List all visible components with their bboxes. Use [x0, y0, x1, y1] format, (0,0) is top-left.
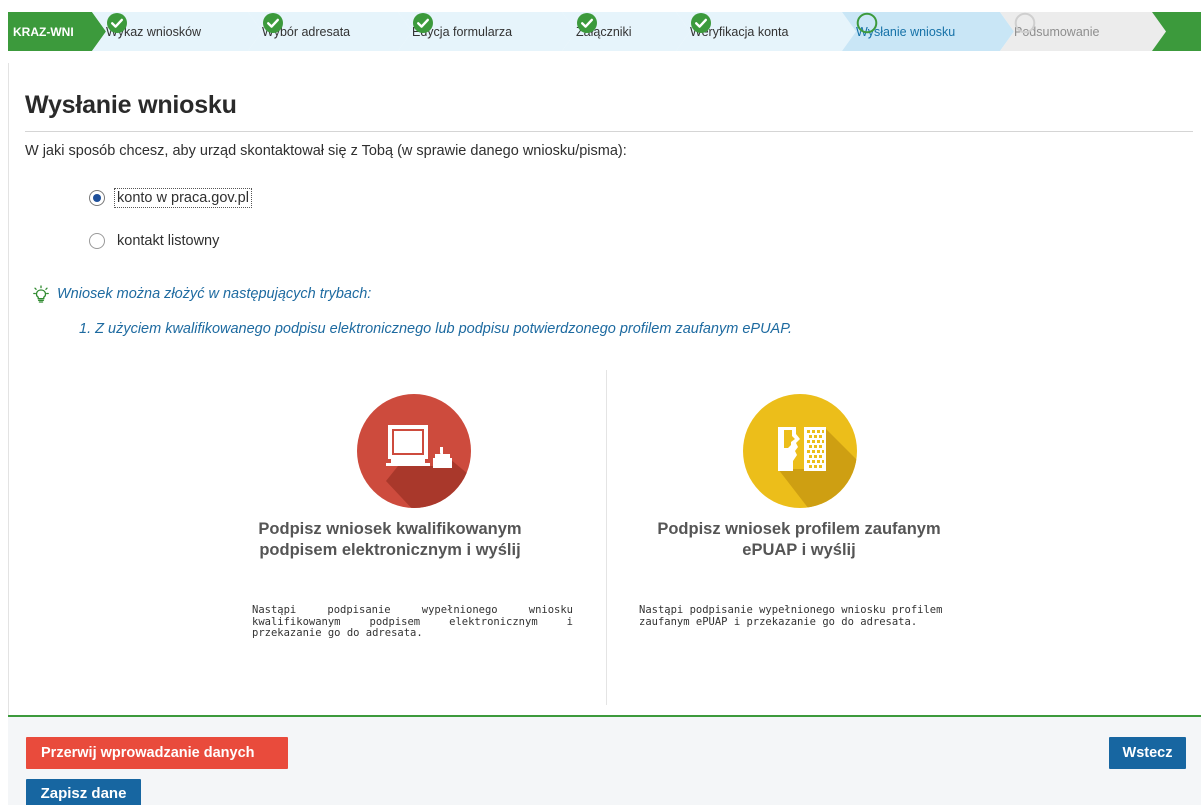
sign-qualified-description: Nastąpi podpisanie wypełnionego wniosku … [252, 604, 573, 639]
step-wybor-adresata[interactable]: Wybór adresata [248, 12, 412, 51]
submission-modes-hint: Wniosek można złożyć w następujących try… [33, 285, 371, 303]
step-wyslanie-wniosku[interactable]: Wysłanie wniosku [842, 12, 1014, 51]
hint-mode-item: 1. Z użyciem kwalifikowanego podpisu ele… [79, 321, 793, 337]
title-line: Podpisz wniosek kwalifikowanym [258, 520, 522, 538]
title-line: podpisem elektronicznym i wyślij [259, 541, 521, 559]
title-line: ePUAP i wyślij [742, 541, 856, 559]
footer-bar: Przerwij wprowadzanie danych Wstecz Zapi… [8, 715, 1201, 805]
contact-question: W jaki sposób chcesz, aby urząd skontakt… [25, 143, 627, 159]
check-circle-icon [691, 13, 711, 33]
step-weryfikacja-konta[interactable]: Weryfikacja konta [676, 12, 856, 51]
check-circle-icon [577, 13, 597, 33]
check-circle-icon [413, 13, 433, 33]
step-zalaczniki[interactable]: Załączniki [562, 12, 690, 51]
profile-scan-icon [743, 394, 857, 508]
lightbulb-icon [33, 285, 49, 303]
cards-divider [606, 370, 607, 705]
sign-qualified-title: Podpisz wniosek kwalifikowanym podpisem … [220, 519, 560, 561]
check-circle-icon [107, 13, 127, 33]
page-title: Wysłanie wniosku [25, 91, 237, 119]
title-line: Podpisz wniosek profilem zaufanym [657, 520, 941, 538]
main-content: Wysłanie wniosku W jaki sposób chcesz, a… [8, 63, 1201, 715]
computer-seal-icon [357, 394, 471, 508]
empty-circle-icon [1014, 12, 1036, 34]
radio-kontakt-listowny[interactable]: kontakt listowny [89, 232, 221, 250]
save-data-button[interactable]: Zapisz dane [26, 779, 141, 805]
title-divider [25, 131, 1193, 132]
step-edycja-formularza[interactable]: Edycja formularza [398, 12, 576, 51]
radio-label: konto w praca.gov.pl [114, 188, 252, 208]
sign-qualified-button[interactable] [356, 393, 472, 509]
step-podsumowanie[interactable]: Podsumowanie [1000, 12, 1166, 51]
step-wykaz-wnioskow[interactable]: Wykaz wniosków [92, 12, 262, 51]
wizard-end-shape [1152, 12, 1201, 51]
wizard-end-segment [1152, 12, 1201, 51]
back-button[interactable]: Wstecz [1109, 737, 1186, 769]
wizard-steps: KRAZ-WNI Wykaz wniosków Wybór adresata E… [8, 12, 1201, 51]
cancel-input-button[interactable]: Przerwij wprowadzanie danych [26, 737, 288, 769]
radio-label: kontakt listowny [117, 233, 220, 249]
hint-text: Wniosek można złożyć w następujących try… [57, 286, 372, 302]
sign-epuap-description: Nastąpi podpisanie wypełnionego wniosku … [639, 604, 943, 628]
sign-epuap-title: Podpisz wniosek profilem zaufanym ePUAP … [629, 519, 969, 561]
wizard-brand-label: KRAZ-WNI [13, 24, 74, 39]
radio-konto-praca[interactable]: konto w praca.gov.pl [89, 188, 252, 208]
radio-button-checked[interactable] [89, 190, 105, 206]
empty-circle-icon [856, 12, 878, 34]
check-circle-icon [263, 13, 283, 33]
sign-epuap-button[interactable] [742, 393, 858, 509]
radio-button[interactable] [89, 233, 105, 249]
